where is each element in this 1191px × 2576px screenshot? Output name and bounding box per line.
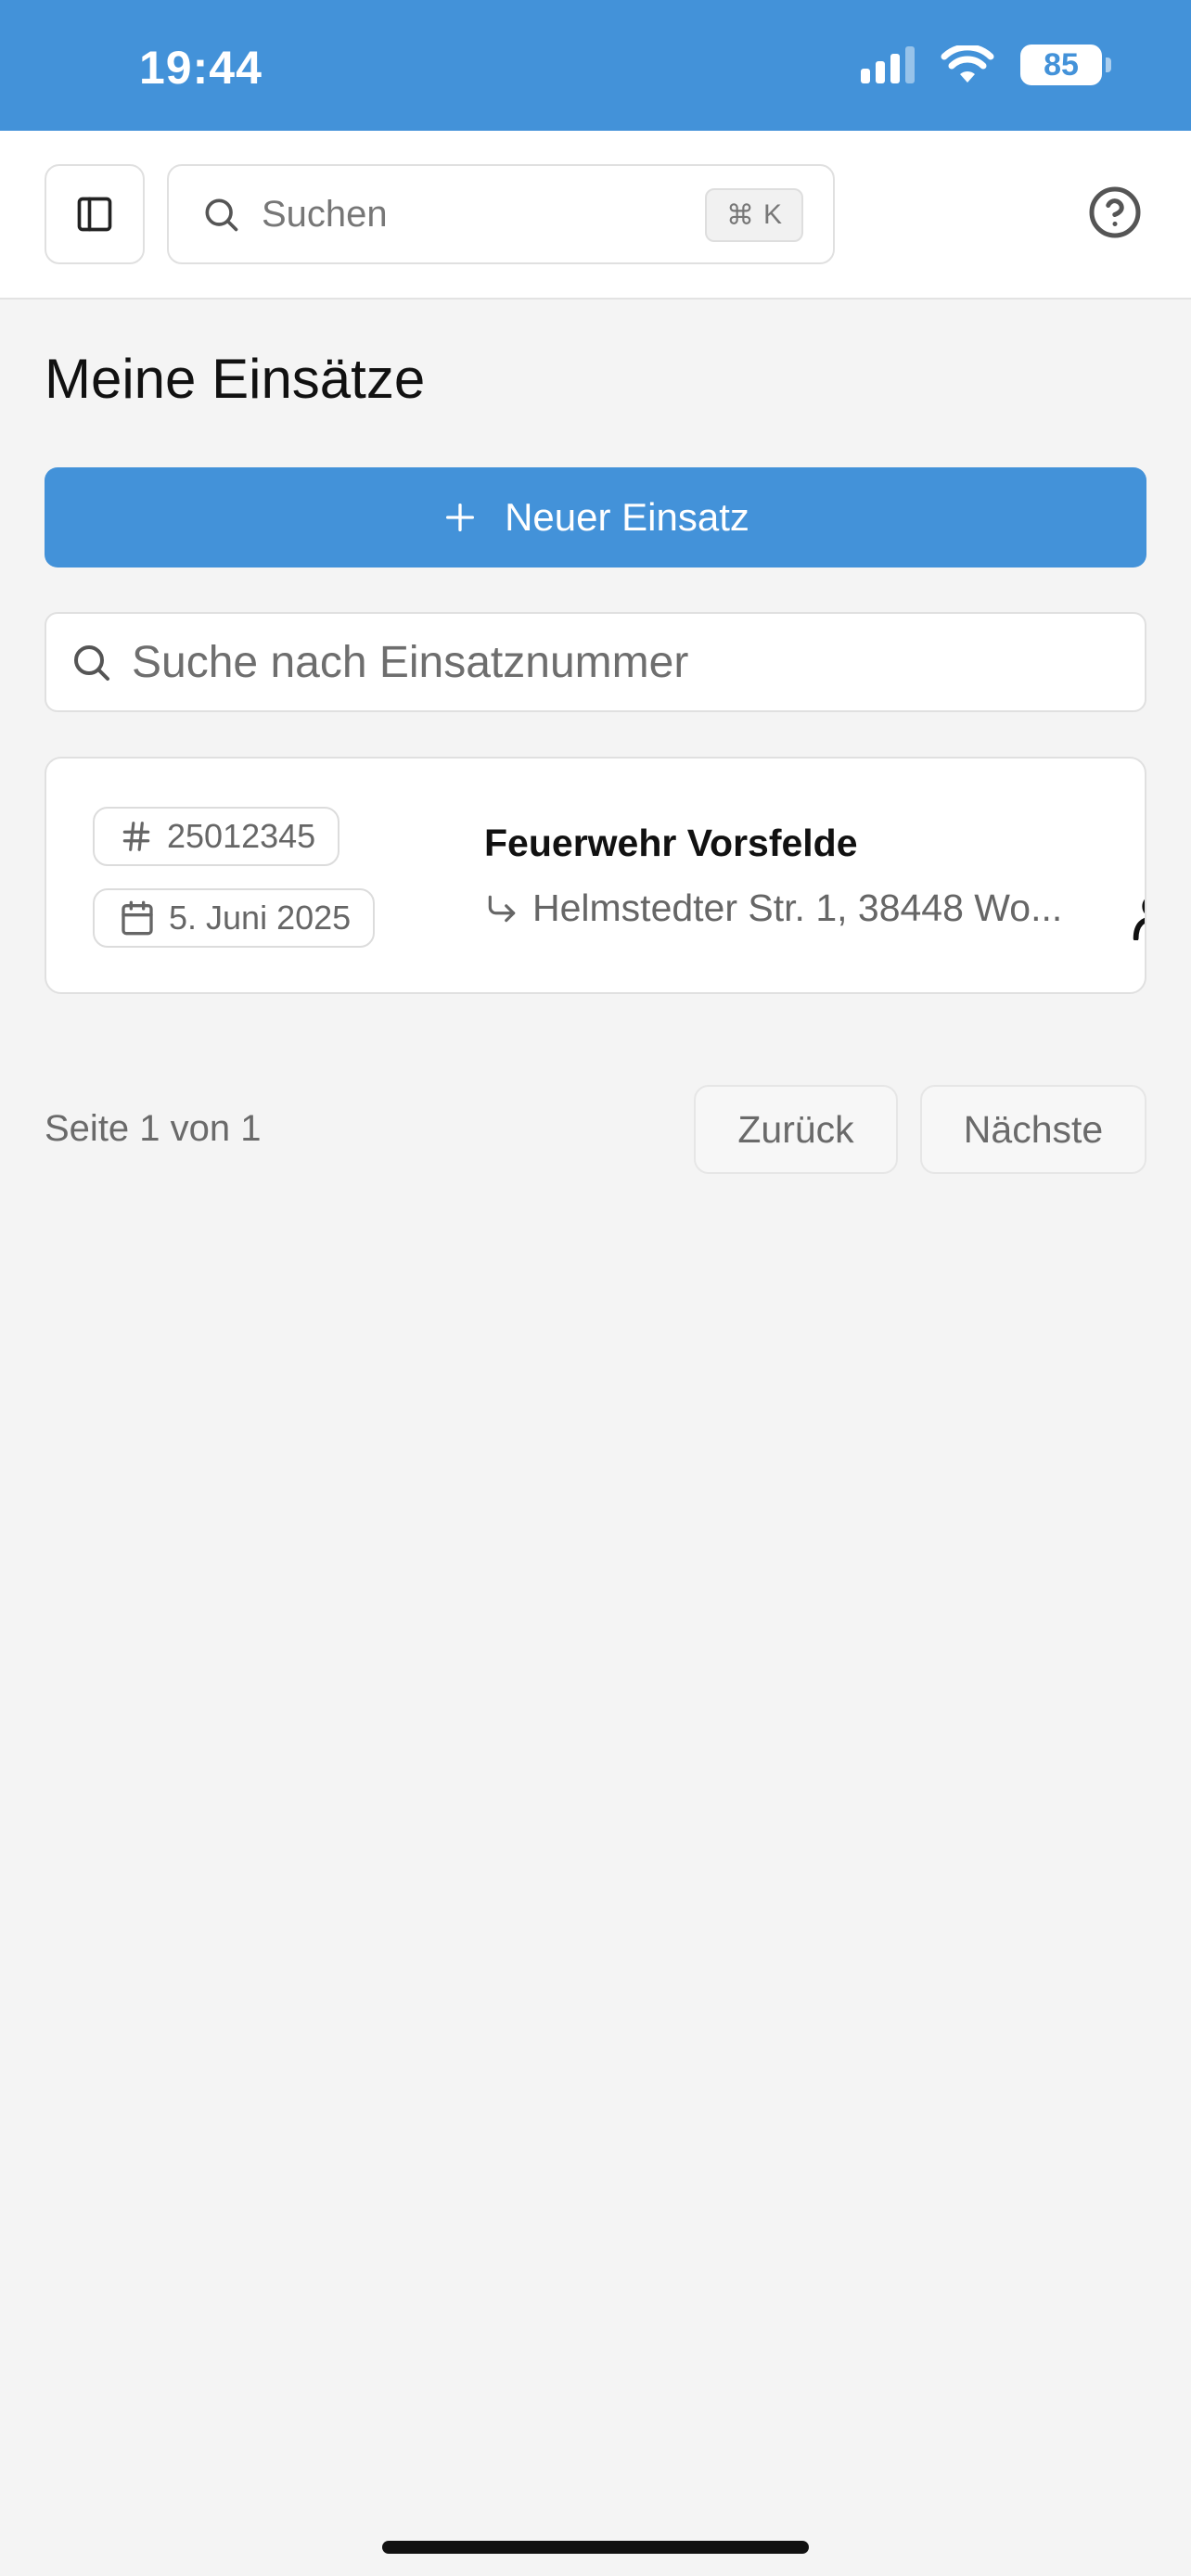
previous-page-button[interactable]: Zurück	[694, 1085, 898, 1174]
search-icon	[74, 645, 109, 681]
mission-search-placeholder: Suche nach Einsatznummer	[132, 637, 689, 687]
mission-number-search-input[interactable]: Suche nach Einsatznummer	[45, 612, 1146, 712]
mission-date: 5. Juni 2025	[169, 899, 352, 937]
mission-organization: Feuerwehr Vorsfelde	[484, 822, 858, 864]
keyboard-shortcut-badge: ⌘ K	[705, 188, 803, 242]
new-mission-label: Neuer Einsatz	[505, 495, 749, 539]
help-circle-icon[interactable]	[1087, 185, 1143, 240]
sidebar-toggle-button[interactable]	[45, 164, 145, 264]
battery-icon: 85	[1020, 45, 1111, 85]
hash-icon	[122, 822, 150, 851]
calendar-icon	[122, 900, 153, 936]
pagination-info: Seite 1 von 1	[45, 1108, 262, 1149]
top-bar: Suchen ⌘ K	[0, 131, 1191, 300]
cellular-signal-icon	[861, 46, 915, 83]
mission-card[interactable]: 25012345 5. Juni 2025 Feuerwehr Vorsfeld…	[45, 757, 1146, 994]
new-mission-button[interactable]: Neuer Einsatz	[45, 467, 1146, 567]
status-icons: 85	[861, 45, 1111, 85]
shortcut-key: K	[762, 199, 782, 230]
battery-level: 85	[1044, 46, 1079, 83]
mission-number: 25012345	[167, 817, 316, 855]
next-page-button[interactable]: Nächste	[920, 1085, 1146, 1174]
corner-down-right-icon	[488, 895, 516, 922]
status-bar: 19:44 85	[0, 0, 1191, 131]
mission-address-row: Helmstedter Str. 1, 38448 Wo...	[484, 886, 1062, 930]
mission-address: Helmstedter Str. 1, 38448 Wo...	[532, 886, 1063, 929]
command-key-icon: ⌘	[725, 199, 754, 231]
status-time: 19:44	[139, 42, 263, 94]
page-title: Meine Einsätze	[45, 348, 426, 410]
wifi-icon	[941, 45, 994, 83]
sidebar-icon	[77, 197, 112, 232]
mission-number-badge: 25012345	[93, 807, 340, 866]
home-indicator	[382, 2541, 809, 2554]
user-icon	[1133, 899, 1145, 940]
mission-date-badge: 5. Juni 2025	[93, 888, 376, 948]
search-icon	[205, 198, 238, 232]
global-search-placeholder: Suchen	[262, 193, 388, 235]
plus-icon	[446, 504, 475, 531]
global-search-button[interactable]: Suchen ⌘ K	[167, 164, 835, 264]
